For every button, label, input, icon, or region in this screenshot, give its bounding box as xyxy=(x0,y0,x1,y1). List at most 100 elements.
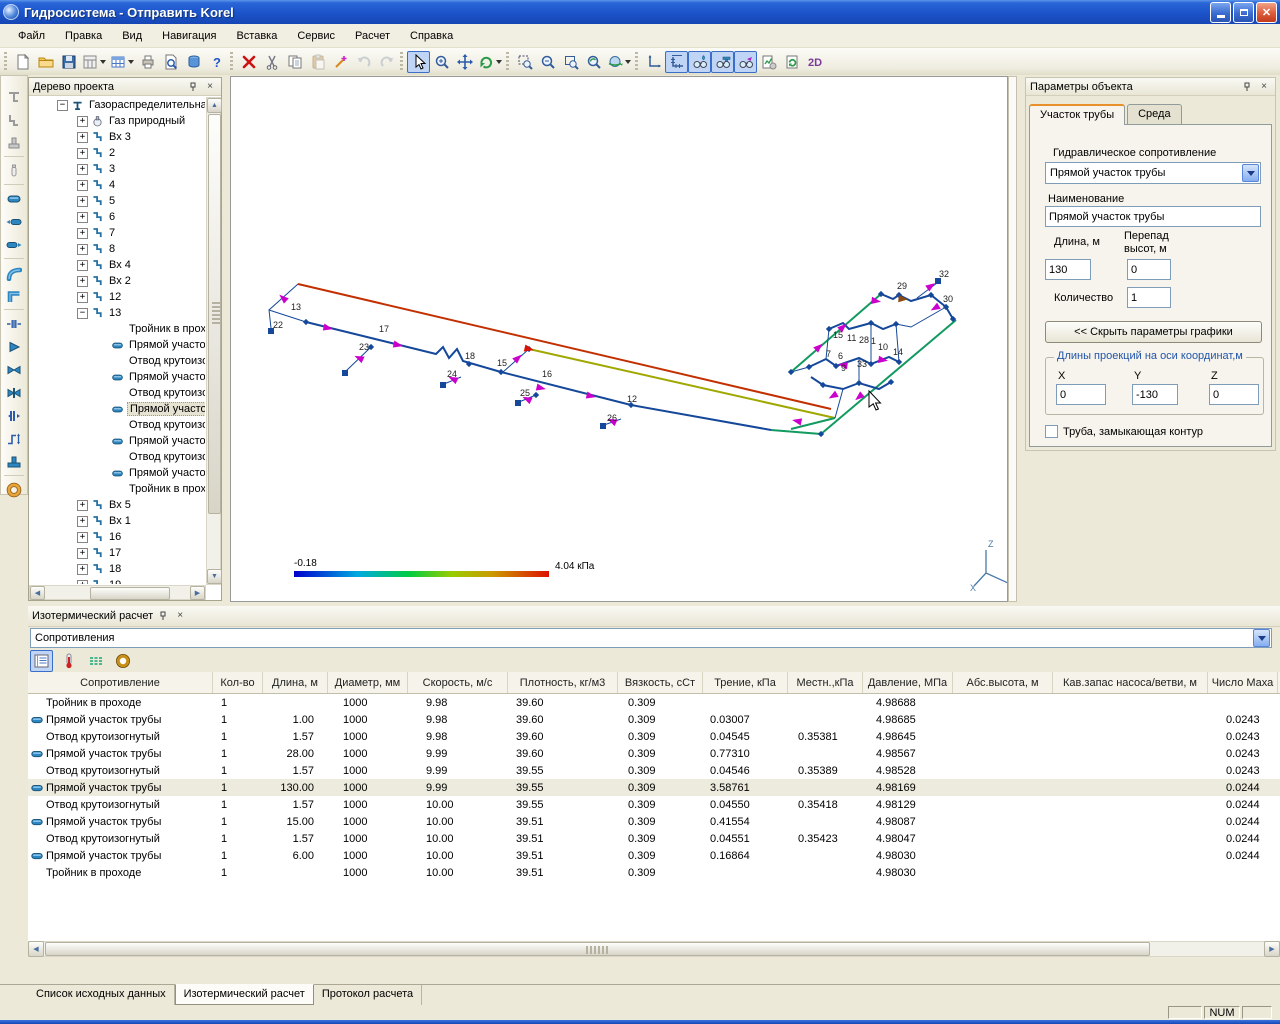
z-field[interactable] xyxy=(1209,384,1259,405)
table-row[interactable]: Отвод крутоизогнутый11.57100010.0039.510… xyxy=(28,830,1280,847)
print-preview-button[interactable] xyxy=(159,51,182,73)
table-row[interactable]: Прямой участок трубы115.00100010.0039.51… xyxy=(28,813,1280,830)
tree-item[interactable]: Отвод крутоизогнутый xyxy=(30,353,205,369)
tree-item[interactable]: Прямой участок трубы xyxy=(30,337,205,353)
menu-service[interactable]: Сервис xyxy=(287,26,345,46)
tree-expander[interactable]: + xyxy=(77,212,88,223)
tree-item[interactable]: +3 xyxy=(30,161,205,177)
chart-settings-button[interactable] xyxy=(757,51,780,73)
pump-button[interactable] xyxy=(2,404,26,427)
tree-item[interactable]: +19 xyxy=(30,577,205,584)
tree-expander[interactable]: − xyxy=(77,308,88,319)
redo-button[interactable] xyxy=(375,51,398,73)
table-row[interactable]: Тройник в проходе1100010.0039.510.3094.9… xyxy=(28,864,1280,881)
tree-item[interactable]: +6 xyxy=(30,209,205,225)
pin-icon[interactable] xyxy=(1240,80,1254,93)
zoom-extents-button[interactable] xyxy=(559,51,582,73)
column-header[interactable]: Скорость, м/с xyxy=(408,672,508,693)
menu-edit[interactable]: Правка xyxy=(55,26,112,46)
zoom-in-button[interactable] xyxy=(430,51,453,73)
menu-view[interactable]: Вид xyxy=(112,26,152,46)
table-row[interactable]: Отвод крутоизогнутый11.57100010.0039.550… xyxy=(28,796,1280,813)
column-header[interactable]: Вязкость, сСт xyxy=(618,672,703,693)
chevron-down-icon[interactable] xyxy=(100,60,106,64)
column-header[interactable]: Давление, МПа xyxy=(863,672,953,693)
tree-item[interactable]: Тройник в проходе xyxy=(30,481,205,497)
zoom-previous-button[interactable] xyxy=(582,51,605,73)
show-dimensions-button[interactable] xyxy=(665,51,688,73)
tree-item[interactable]: +16 xyxy=(30,529,205,545)
tree-item[interactable]: +17 xyxy=(30,545,205,561)
insert-tee-button[interactable] xyxy=(2,131,26,154)
tree-expander[interactable]: + xyxy=(77,580,88,585)
tree-item[interactable]: Отвод крутоизогнутый xyxy=(30,449,205,465)
tree-item[interactable]: Прямой участок трубы xyxy=(30,369,205,385)
tree-item[interactable]: +8 xyxy=(30,241,205,257)
tree-item[interactable]: +4 xyxy=(30,177,205,193)
pipe-outlet-button[interactable] xyxy=(2,233,26,256)
chevron-down-icon[interactable] xyxy=(128,60,134,64)
tree-hscrollbar[interactable]: ◀ ▶ xyxy=(29,585,206,600)
insert-network-button[interactable] xyxy=(2,85,26,108)
column-header[interactable]: Местн.,кПа xyxy=(788,672,863,693)
scroll-right-icon[interactable]: ▶ xyxy=(190,586,205,600)
tree-expander[interactable]: + xyxy=(77,260,88,271)
column-header[interactable]: Сопротивление xyxy=(28,672,213,693)
cut-button[interactable] xyxy=(260,51,283,73)
chevron-down-icon[interactable] xyxy=(1242,164,1259,182)
nozzle-button[interactable] xyxy=(2,335,26,358)
pin-icon[interactable] xyxy=(156,610,170,623)
select-cursor-button[interactable] xyxy=(407,51,430,73)
table-row[interactable]: Отвод крутоизогнутый11.5710009.9839.600.… xyxy=(28,728,1280,745)
hide-graphics-button[interactable]: << Скрыть параметры графики xyxy=(1045,321,1262,343)
tree-expander[interactable]: + xyxy=(77,516,88,527)
tree-expander[interactable]: + xyxy=(77,564,88,575)
tee-junction-button[interactable] xyxy=(2,450,26,473)
data-tables-button[interactable] xyxy=(80,51,108,73)
tree-expander[interactable]: + xyxy=(77,164,88,175)
ring-view-button[interactable] xyxy=(111,650,134,672)
orifice-button[interactable] xyxy=(2,312,26,335)
menu-navigation[interactable]: Навигация xyxy=(152,26,226,46)
table-hscrollbar[interactable]: ◀ ▶ xyxy=(28,941,1280,957)
table-row[interactable]: Отвод крутоизогнутый11.5710009.9939.550.… xyxy=(28,762,1280,779)
elbow-button[interactable] xyxy=(2,284,26,307)
tree-item[interactable]: +2 xyxy=(30,145,205,161)
tree-expander[interactable]: + xyxy=(77,500,88,511)
table-row[interactable]: Прямой участок трубы1130.0010009.9939.55… xyxy=(28,779,1280,796)
table-row[interactable]: Прямой участок трубы128.0010009.9939.600… xyxy=(28,745,1280,762)
column-header[interactable]: Плотность, кг/м3 xyxy=(508,672,618,693)
close-icon[interactable]: × xyxy=(203,80,217,93)
tree-expander[interactable]: − xyxy=(57,100,68,111)
tree-expander[interactable]: + xyxy=(77,276,88,287)
paste-button[interactable] xyxy=(306,51,329,73)
scroll-down-icon[interactable]: ▼ xyxy=(207,569,222,584)
tree-item[interactable]: +7 xyxy=(30,225,205,241)
chevron-down-icon[interactable] xyxy=(496,60,502,64)
qty-field[interactable] xyxy=(1127,287,1171,308)
column-header[interactable]: Абс.высота, м xyxy=(953,672,1053,693)
minimize-button[interactable] xyxy=(1210,2,1231,23)
show-media-button[interactable] xyxy=(688,51,711,73)
edit-properties-button[interactable] xyxy=(329,51,352,73)
tree-expander[interactable]: + xyxy=(77,196,88,207)
print-button[interactable] xyxy=(136,51,159,73)
close-icon[interactable]: × xyxy=(1257,80,1271,93)
tree-item[interactable]: Прямой участок трубы xyxy=(30,465,205,481)
chevron-down-icon[interactable] xyxy=(625,60,631,64)
tree-item[interactable]: +5 xyxy=(30,193,205,209)
tree-expander[interactable]: + xyxy=(77,292,88,303)
tab-medium[interactable]: Среда xyxy=(1127,104,1181,125)
valve-button[interactable] xyxy=(2,358,26,381)
pin-icon[interactable] xyxy=(186,80,200,93)
view-table-button[interactable] xyxy=(108,51,136,73)
delete-element-button[interactable] xyxy=(237,51,260,73)
show-axes-button[interactable] xyxy=(642,51,665,73)
restore-button[interactable] xyxy=(1233,2,1254,23)
help-button[interactable]: ? xyxy=(205,51,228,73)
tree-expander[interactable]: + xyxy=(77,228,88,239)
name-field[interactable] xyxy=(1045,206,1261,227)
tree-item[interactable]: Отвод крутоизогнутый xyxy=(30,417,205,433)
tree-item[interactable]: +Вх 3 xyxy=(30,129,205,145)
scroll-up-icon[interactable]: ▲ xyxy=(207,98,222,113)
